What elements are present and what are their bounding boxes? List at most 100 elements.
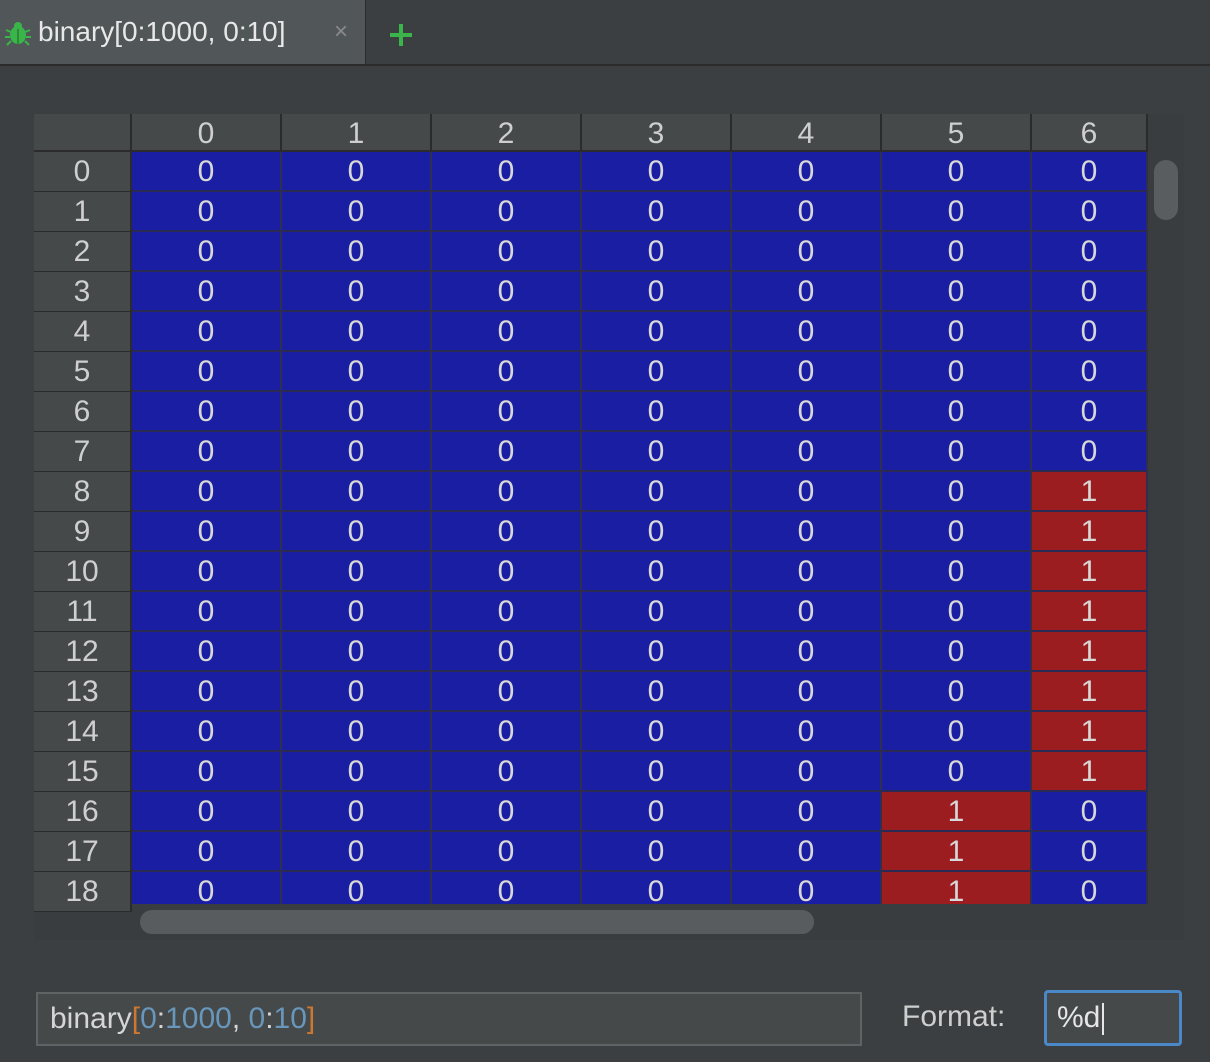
table-cell[interactable]: 0 [732, 152, 882, 192]
slice-expression-input[interactable]: binary[0:1000, 0:10] [36, 992, 862, 1046]
table-cell[interactable]: 0 [732, 392, 882, 432]
table-cell[interactable]: 0 [1032, 432, 1148, 472]
table-cell[interactable]: 0 [732, 552, 882, 592]
table-cell[interactable]: 0 [582, 592, 732, 632]
table-cell[interactable]: 0 [732, 592, 882, 632]
table-cell[interactable]: 0 [432, 512, 582, 552]
tab-binary[interactable]: binary[0:1000, 0:10] × [0, 0, 366, 66]
table-cell[interactable]: 0 [1032, 152, 1148, 192]
row-header[interactable]: 13 [34, 672, 132, 712]
table-cell[interactable]: 0 [132, 192, 282, 232]
table-cell[interactable]: 0 [282, 632, 432, 672]
table-cell[interactable]: 0 [432, 832, 582, 872]
table-cell[interactable]: 0 [882, 192, 1032, 232]
table-cell[interactable]: 0 [282, 392, 432, 432]
table-cell[interactable]: 1 [1032, 552, 1148, 592]
row-header[interactable]: 0 [34, 152, 132, 192]
column-header[interactable]: 0 [132, 114, 282, 152]
table-cell[interactable]: 0 [882, 232, 1032, 272]
table-cell[interactable]: 0 [432, 672, 582, 712]
table-cell[interactable]: 0 [882, 312, 1032, 352]
table-cell[interactable]: 0 [882, 752, 1032, 792]
table-cell[interactable]: 0 [282, 792, 432, 832]
table-cell[interactable]: 0 [882, 392, 1032, 432]
row-header[interactable]: 12 [34, 632, 132, 672]
table-cell[interactable]: 0 [732, 192, 882, 232]
table-cell[interactable]: 0 [882, 672, 1032, 712]
table-cell[interactable]: 0 [132, 712, 282, 752]
table-cell[interactable]: 0 [582, 632, 732, 672]
table-cell[interactable]: 0 [732, 512, 882, 552]
table-cell[interactable]: 0 [282, 312, 432, 352]
table-cell[interactable]: 0 [132, 832, 282, 872]
table-cell[interactable]: 1 [1032, 512, 1148, 552]
table-cell[interactable]: 0 [1032, 192, 1148, 232]
row-header[interactable]: 17 [34, 832, 132, 872]
row-header[interactable]: 4 [34, 312, 132, 352]
row-header[interactable]: 7 [34, 432, 132, 472]
table-cell[interactable]: 0 [582, 432, 732, 472]
table-cell[interactable]: 0 [282, 352, 432, 392]
table-cell[interactable]: 0 [582, 752, 732, 792]
table-cell[interactable]: 0 [432, 272, 582, 312]
row-header[interactable]: 5 [34, 352, 132, 392]
table-cell[interactable]: 0 [132, 392, 282, 432]
table-cell[interactable]: 0 [582, 312, 732, 352]
table-cell[interactable]: 0 [732, 472, 882, 512]
table-cell[interactable]: 0 [1032, 392, 1148, 432]
table-cell[interactable]: 0 [582, 792, 732, 832]
table-cell[interactable]: 0 [732, 312, 882, 352]
table-cell[interactable]: 0 [282, 232, 432, 272]
table-cell[interactable]: 0 [582, 512, 732, 552]
table-cell[interactable]: 0 [732, 792, 882, 832]
table-cell[interactable]: 0 [732, 632, 882, 672]
table-cell[interactable]: 0 [732, 232, 882, 272]
table-cell[interactable]: 0 [432, 792, 582, 832]
table-cell[interactable]: 0 [732, 272, 882, 312]
table-cell[interactable]: 0 [882, 152, 1032, 192]
table-cell[interactable]: 1 [1032, 592, 1148, 632]
table-cell[interactable]: 0 [732, 832, 882, 872]
table-cell[interactable]: 0 [582, 232, 732, 272]
table-cell[interactable]: 0 [432, 232, 582, 272]
table-cell[interactable]: 0 [882, 352, 1032, 392]
table-cell[interactable]: 0 [732, 752, 882, 792]
table-cell[interactable]: 0 [432, 552, 582, 592]
row-header[interactable]: 15 [34, 752, 132, 792]
table-cell[interactable]: 0 [132, 232, 282, 272]
table-cell[interactable]: 0 [732, 712, 882, 752]
table-cell[interactable]: 0 [882, 712, 1032, 752]
table-cell[interactable]: 0 [432, 352, 582, 392]
table-cell[interactable]: 0 [432, 632, 582, 672]
table-cell[interactable]: 0 [582, 712, 732, 752]
table-cell[interactable]: 0 [1032, 832, 1148, 872]
column-header[interactable]: 5 [882, 114, 1032, 152]
table-cell[interactable]: 0 [432, 312, 582, 352]
table-cell[interactable]: 0 [132, 552, 282, 592]
column-header[interactable]: 1 [282, 114, 432, 152]
table-cell[interactable]: 0 [282, 752, 432, 792]
table-cell[interactable]: 0 [882, 552, 1032, 592]
table-cell[interactable]: 0 [582, 552, 732, 592]
table-cell[interactable]: 1 [1032, 472, 1148, 512]
table-cell[interactable]: 0 [432, 752, 582, 792]
table-cell[interactable]: 0 [582, 672, 732, 712]
table-cell[interactable]: 0 [1032, 792, 1148, 832]
table-cell[interactable]: 0 [582, 472, 732, 512]
table-cell[interactable]: 0 [582, 272, 732, 312]
row-header[interactable]: 10 [34, 552, 132, 592]
table-cell[interactable]: 0 [132, 672, 282, 712]
table-cell[interactable]: 0 [132, 352, 282, 392]
vertical-scroll-thumb[interactable] [1154, 160, 1178, 220]
horizontal-scroll-thumb[interactable] [140, 910, 814, 934]
table-cell[interactable]: 0 [882, 632, 1032, 672]
table-cell[interactable]: 0 [432, 472, 582, 512]
row-header[interactable]: 8 [34, 472, 132, 512]
table-cell[interactable]: 0 [882, 592, 1032, 632]
table-cell[interactable]: 0 [432, 592, 582, 632]
table-cell[interactable]: 1 [1032, 672, 1148, 712]
table-cell[interactable]: 0 [582, 152, 732, 192]
table-cell[interactable]: 0 [132, 472, 282, 512]
row-header[interactable]: 6 [34, 392, 132, 432]
row-header[interactable]: 9 [34, 512, 132, 552]
